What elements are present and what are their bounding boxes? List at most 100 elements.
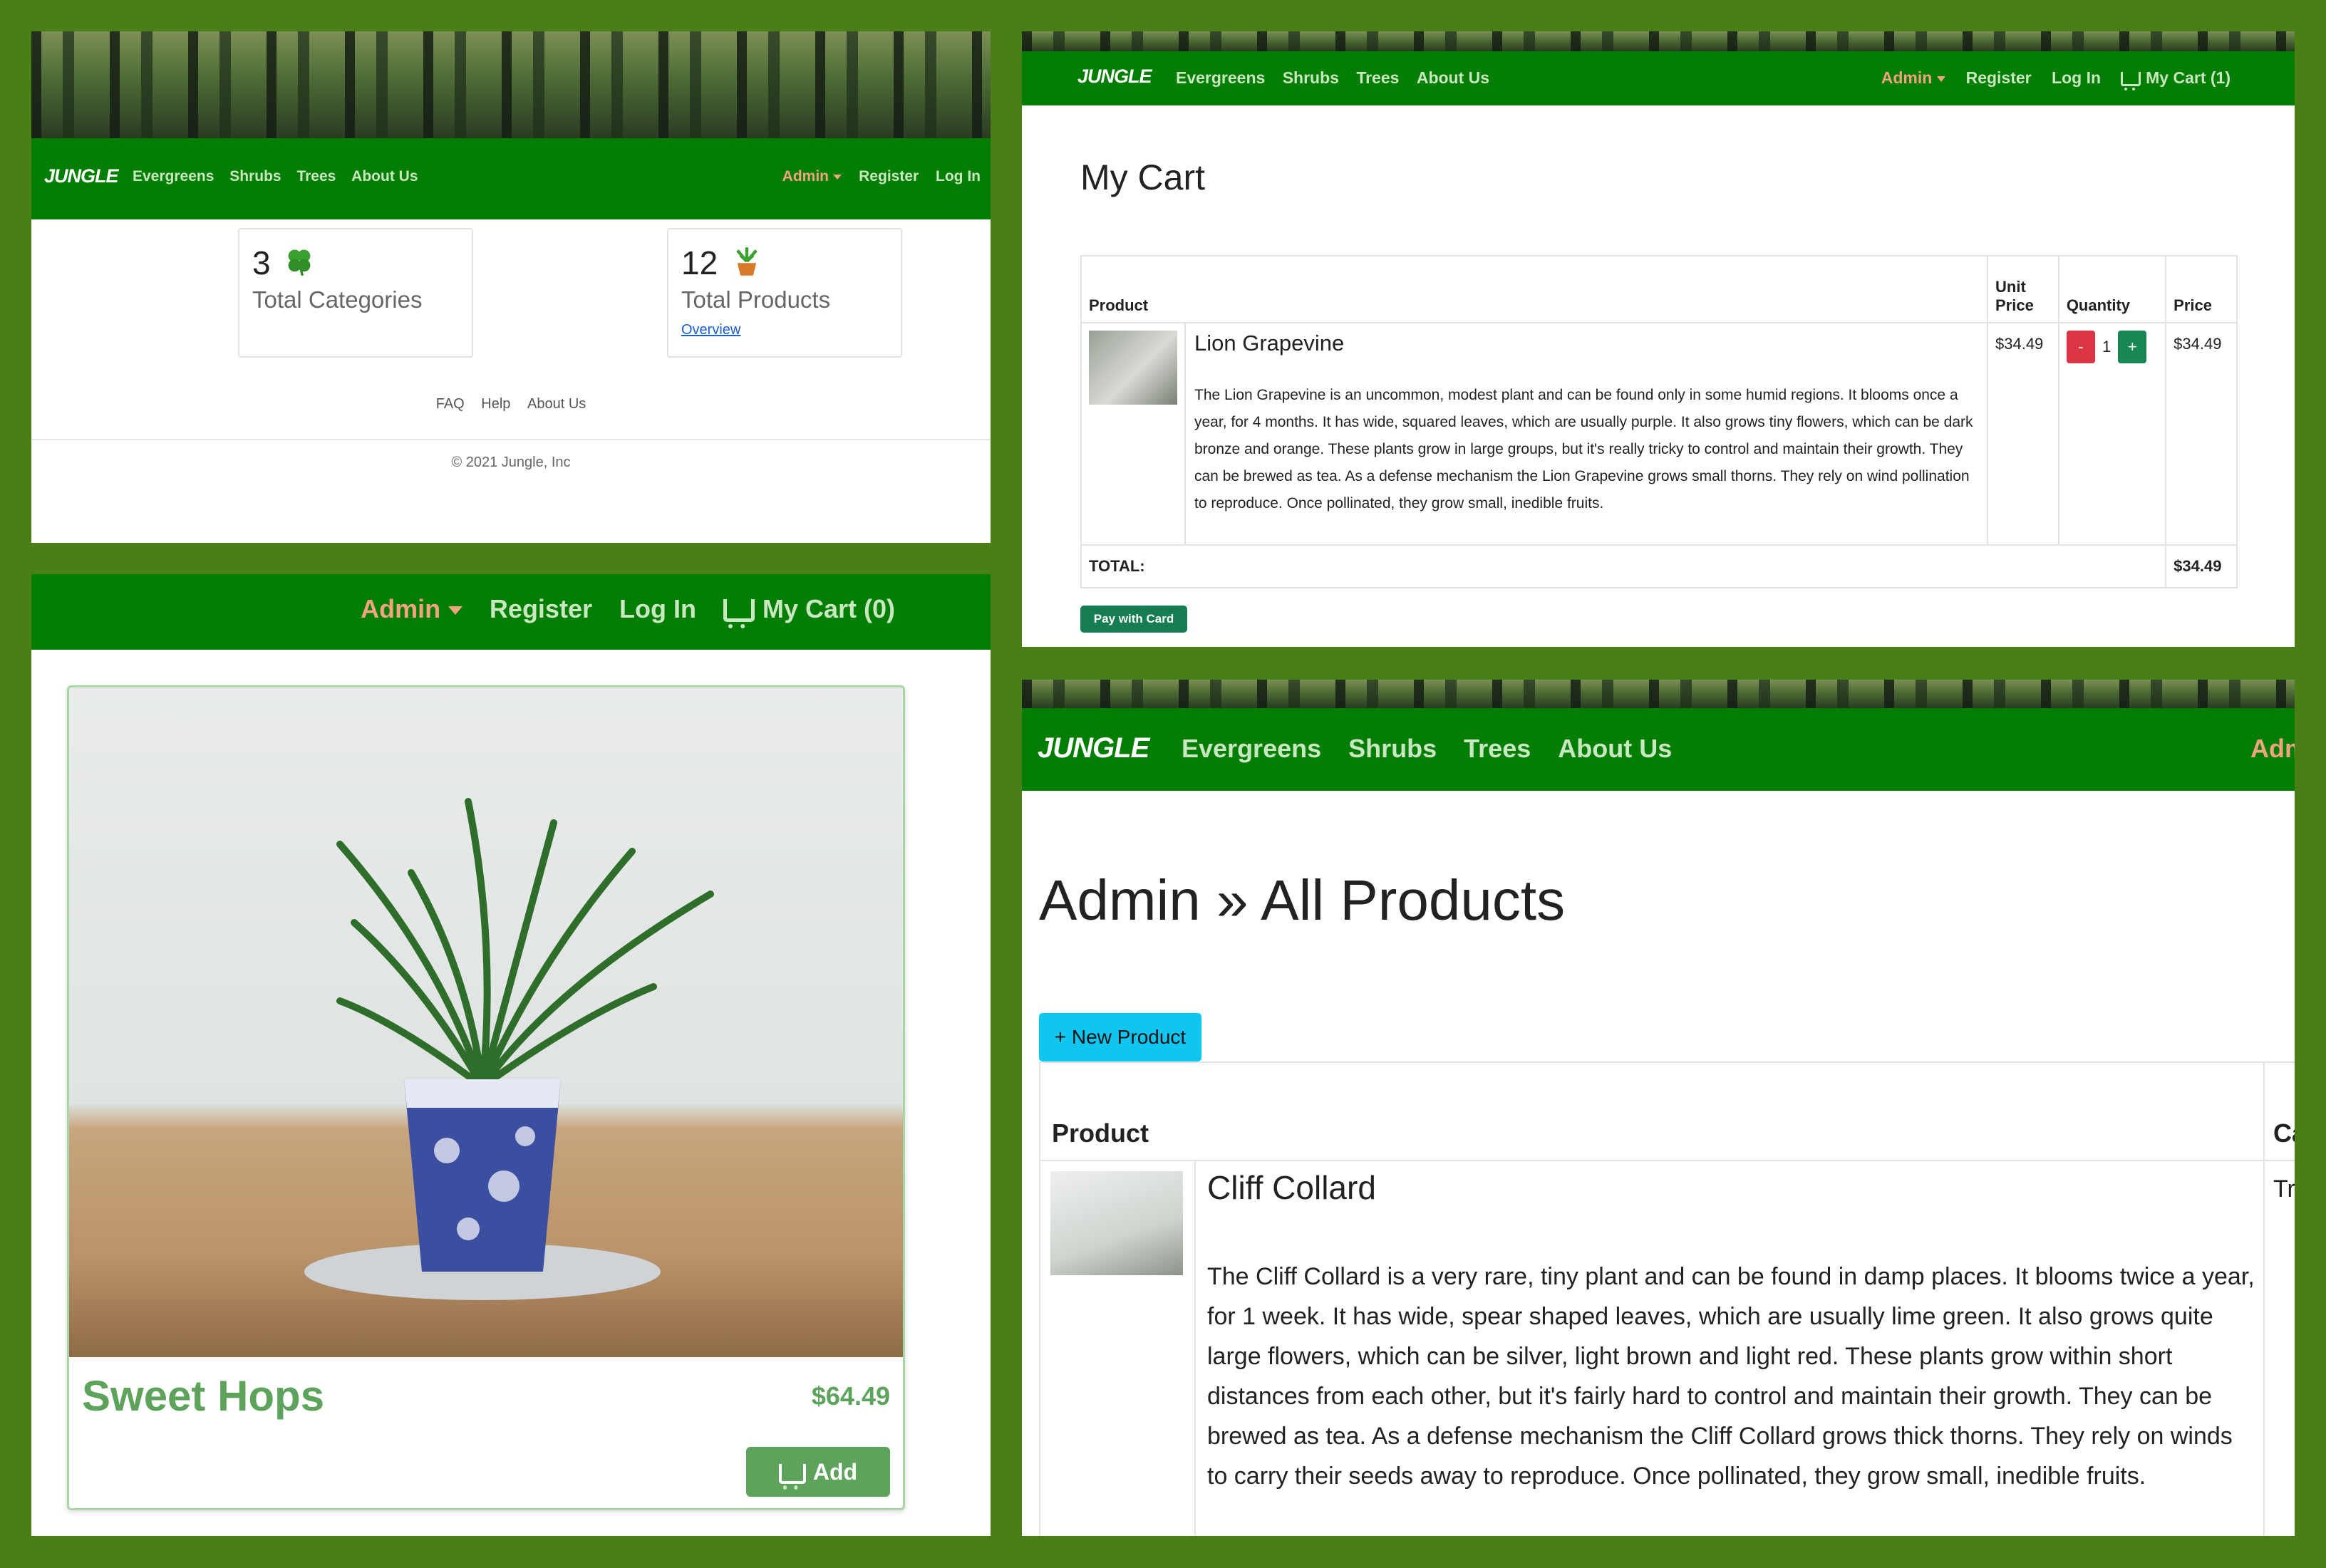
nav-evergreens[interactable]: Evergreens [133,168,214,185]
nav-admin-label: Admin [361,594,441,623]
forest-banner [31,31,991,138]
cart-item-name[interactable]: Lion Grapevine [1194,331,1978,356]
dashboard-panel: JUNGLE Evergreens Shrubs Trees About Us … [31,31,991,543]
product-name[interactable]: Sweet Hops [82,1371,324,1421]
nav-shrubs[interactable]: Shrubs [1283,68,1339,88]
stat-card-categories: 3 Total Categories [238,228,473,358]
caret-down-icon [833,174,842,180]
plant-illustration [304,798,714,1300]
qty-increase-button[interactable]: + [2118,331,2147,363]
new-product-button[interactable]: + New Product [1039,1013,1201,1061]
navbar: JUNGLE Evergreens Shrubs Trees About Us … [31,138,991,219]
product-card: Sweet Hops $64.49 Add [67,685,905,1510]
cart-table: Product Unit Price Quantity Price Lion Gr… [1080,255,2238,588]
total-value: $34.49 [2165,544,2238,588]
cart-icon [778,1463,807,1490]
navbar: Admin Register Log In My Cart (0) [31,574,991,650]
nav-evergreens[interactable]: Evergreens [1182,734,1321,764]
potted-plant-icon [736,247,758,276]
nav-links: Evergreens Shrubs Trees About Us [133,168,418,185]
cart-link-label: My Cart (1) [2146,68,2231,87]
nav-admin-dropdown[interactable]: Admin [1881,68,1946,88]
nav-login[interactable]: Log In [936,168,981,185]
nav-login[interactable]: Log In [619,594,696,624]
nav-trees[interactable]: Trees [1356,68,1399,88]
nav-trees[interactable]: Trees [1464,734,1531,764]
product-price: $64.49 [811,1381,890,1411]
col-product: Product [1052,1118,1149,1148]
nav-right: Admin Register Log In My Cart (0) [361,594,895,629]
total-row: TOTAL: $34.49 [1080,544,2238,588]
nav-register[interactable]: Register [1966,68,2032,88]
col-price: Price [2165,255,2238,323]
page-title: My Cart [1080,157,1205,197]
footer-faq[interactable]: FAQ [436,396,465,412]
cart-link-label: My Cart (0) [762,594,895,623]
page-title: Admin » All Products [1039,868,1566,932]
cart-icon [2121,71,2141,91]
brand-logo[interactable]: JUNGLE [1038,732,1149,764]
footer-help[interactable]: Help [481,396,510,412]
caret-down-icon [1937,76,1946,82]
add-button-label: Add [812,1459,858,1485]
navbar: JUNGLE Evergreens Shrubs Trees About Us … [1022,708,2295,791]
brand-logo[interactable]: JUNGLE [44,165,119,187]
nav-admin-label: Admin [782,168,829,185]
col-product: Product [1080,255,1988,323]
nav-admin-label: Admin [1881,68,1933,87]
copyright: © 2021 Jungle, Inc [451,455,571,470]
product-image[interactable] [69,687,903,1357]
col-quantity: Quantity [2057,255,2167,323]
qty-decrease-button[interactable]: - [2066,331,2095,363]
nav-trees[interactable]: Trees [296,168,336,185]
col-divider [2263,1063,2265,1160]
brand-logo[interactable]: JUNGLE [1077,66,1152,88]
table-row: Lion Grapevine The Lion Grapevine is an … [1080,322,2238,546]
nav-admin-dropdown[interactable]: Admin [361,594,462,624]
nav-login[interactable]: Log In [2052,68,2101,88]
nav-right: Admin Register Log In [782,168,981,185]
nav-about[interactable]: About Us [1558,734,1672,764]
admin-product-name[interactable]: Cliff Collard [1207,1168,1376,1207]
cell-unit-price: $34.49 [1987,322,2059,546]
product-thumbnail[interactable] [1089,331,1177,405]
forest-banner [1022,680,2295,708]
nav-cart[interactable]: My Cart (1) [2121,68,2231,91]
footer-about[interactable]: About Us [527,396,586,412]
product-panel: Admin Register Log In My Cart (0) Sweet … [31,574,991,1536]
footer-divider [31,439,991,440]
nav-cart[interactable]: My Cart (0) [723,594,895,629]
table-header-row: Product Ca [1039,1063,2295,1161]
nav-evergreens[interactable]: Evergreens [1176,68,1265,88]
nav-register[interactable]: Register [859,168,919,185]
clover-icon [288,249,311,276]
nav-admin-cut[interactable]: Adm [2250,734,2295,764]
nav-links: Evergreens Shrubs Trees About Us [1176,68,1489,88]
categories-count: 3 [252,244,271,281]
pay-with-card-button[interactable]: Pay with Card [1080,606,1187,633]
nav-admin-dropdown[interactable]: Admin [782,168,842,185]
category-cell-cut: Tr [2273,1175,2295,1203]
nav-register[interactable]: Register [490,594,592,624]
nav-shrubs[interactable]: Shrubs [229,168,281,185]
cell-quantity: - 1 + [2057,322,2167,546]
cart-item-description: The Lion Grapevine is an uncommon, modes… [1194,387,1973,512]
overview-link[interactable]: Overview [681,322,740,338]
stat-card-products: 12 Total Products Overview [667,228,902,358]
product-thumbnail[interactable] [1050,1171,1183,1275]
total-label: TOTAL: [1080,544,2167,588]
nav-links: Evergreens Shrubs Trees About Us [1182,734,1672,764]
products-table: Product Ca Cliff Collard The Cliff Colla… [1039,1061,2295,1536]
categories-label: Total Categories [252,286,423,313]
col-unit-price: Unit Price [1987,255,2059,323]
footer-links: FAQ Help About Us [31,396,991,412]
cart-panel: JUNGLE Evergreens Shrubs Trees About Us … [1022,31,2295,647]
products-count: 12 [681,244,718,281]
admin-product-description: The Cliff Collard is a very rare, tiny p… [1207,1263,2255,1490]
cell-divider [2263,1161,2265,1536]
nav-about[interactable]: About Us [1417,68,1489,88]
nav-about[interactable]: About Us [351,168,418,185]
nav-shrubs[interactable]: Shrubs [1348,734,1437,764]
add-to-cart-button[interactable]: Add [746,1447,890,1497]
col-unit-price-line1: Unit [1995,278,2026,296]
